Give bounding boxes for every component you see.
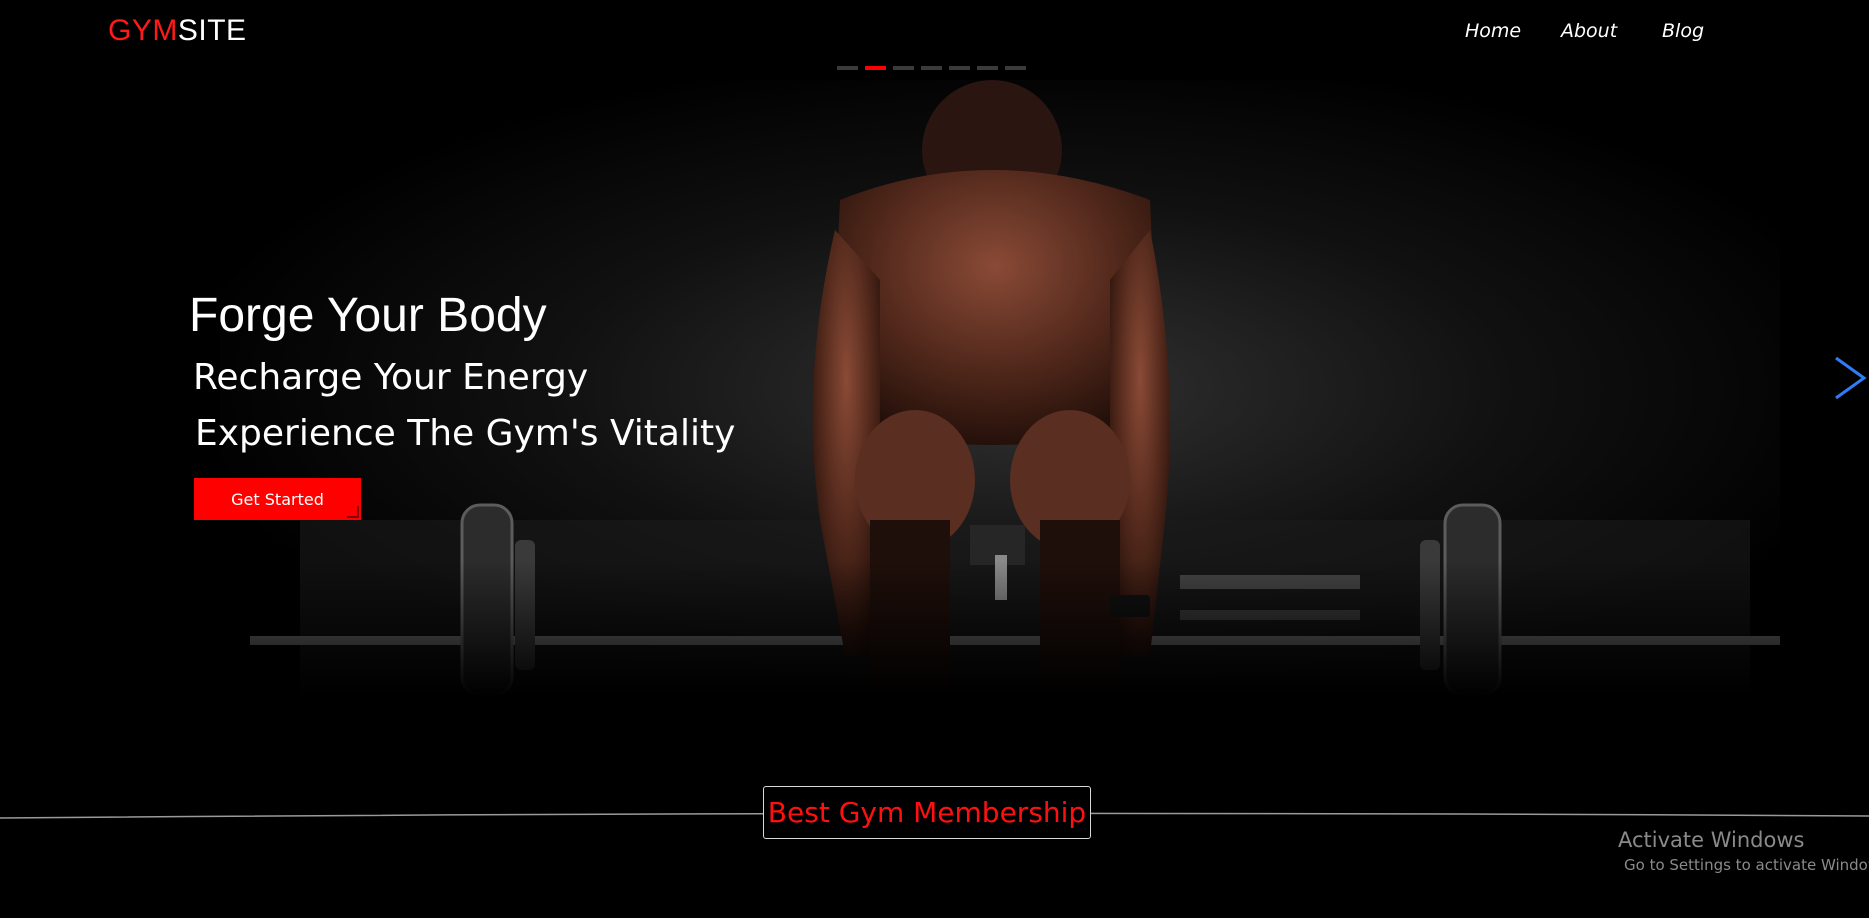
page: Forge Your Body Recharge Your Energy Exp… (0, 0, 1869, 918)
hero-subtitle-1: Recharge Your Energy (193, 357, 589, 398)
watermark-subtitle: Go to Settings to activate Windows. (1624, 856, 1869, 874)
nav-about[interactable]: About (1561, 20, 1617, 42)
get-started-label: Get Started (231, 489, 324, 509)
corner-accent (347, 506, 359, 518)
hero-image (0, 0, 1869, 697)
carousel-indicator[interactable] (893, 66, 914, 70)
logo-accent: GYM (108, 14, 178, 47)
carousel-indicator[interactable] (949, 66, 970, 70)
watermark-title: Activate Windows (1618, 828, 1805, 852)
carousel-indicator[interactable] (1005, 66, 1026, 70)
logo[interactable]: GYMSITE (108, 14, 247, 48)
carousel-indicator[interactable] (837, 66, 858, 70)
hero-carousel: Forge Your Body Recharge Your Energy Exp… (0, 0, 1869, 697)
nav-home[interactable]: Home (1465, 20, 1521, 42)
section-title-badge: Best Gym Membership (763, 786, 1091, 839)
activate-windows-watermark: Activate Windows Go to Settings to activ… (1618, 828, 1869, 874)
get-started-button[interactable]: Get Started (194, 478, 361, 520)
hero-title: Forge Your Body (189, 289, 547, 342)
carousel-indicator-active[interactable] (865, 66, 886, 70)
carousel-indicator[interactable] (977, 66, 998, 70)
nav-blog[interactable]: Blog (1662, 20, 1704, 42)
chevron-right-icon[interactable] (1830, 354, 1869, 402)
top-navbar: GYMSITE Home About Blog (0, 0, 1869, 66)
carousel-indicators (837, 66, 1026, 70)
logo-text: SITE (177, 14, 247, 47)
hero-subtitle-2: Experience The Gym's Vitality (195, 413, 736, 454)
section-title: Best Gym Membership (767, 796, 1087, 829)
carousel-indicator[interactable] (921, 66, 942, 70)
